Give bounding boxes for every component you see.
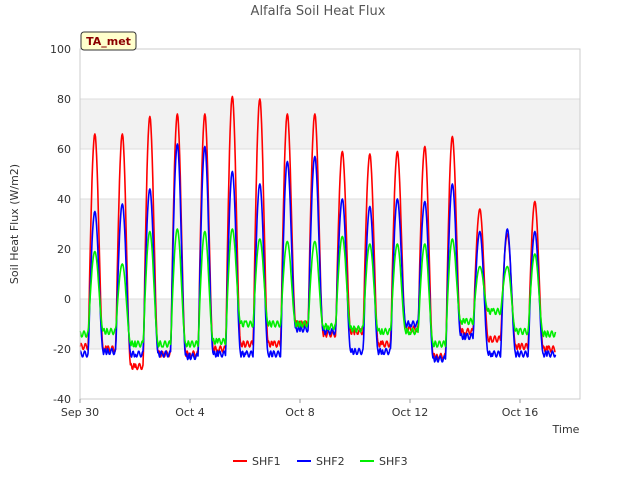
legend-label-shf1: SHF1: [252, 455, 281, 468]
soil-heat-flux-chart: Alfalfa Soil Heat Flux -40 -20 0 20 40 60 80 10…: [8, 4, 581, 468]
y-tick-label: 20: [57, 243, 71, 256]
grid-band: [80, 99, 580, 149]
x-axis-label: Time: [552, 423, 580, 436]
y-tick-label: 0: [64, 293, 71, 306]
badge-label: TA_met: [86, 35, 131, 48]
y-tick-label: 80: [57, 93, 71, 106]
x-tick-label: Sep 30: [61, 406, 99, 419]
ta-met-badge: TA_met: [80, 31, 137, 51]
plot-background: [80, 49, 580, 399]
y-tick-label: 60: [57, 143, 71, 156]
grid-band: [80, 149, 580, 199]
legend: SHF1 SHF2 SHF3: [233, 455, 408, 468]
x-tick-label: Oct 12: [392, 406, 429, 419]
x-tick-label: Oct 4: [175, 406, 205, 419]
legend-label-shf2: SHF2: [316, 455, 345, 468]
x-tick-labels: Sep 30 Oct 4 Oct 8 Oct 12 Oct 16: [61, 399, 538, 419]
legend-label-shf3: SHF3: [379, 455, 408, 468]
grid-band: [80, 349, 580, 399]
chart-title: Alfalfa Soil Heat Flux: [251, 4, 386, 19]
y-axis-label: Soil Heat Flux (W/m2): [8, 164, 21, 284]
x-tick-label: Oct 16: [502, 406, 539, 419]
y-tick-label: 40: [57, 193, 71, 206]
x-tick-label: Oct 8: [285, 406, 315, 419]
y-tick-label: 100: [50, 43, 71, 56]
y-tick-labels: -40 -20 0 20 40 60 80 100: [50, 43, 71, 406]
y-tick-label: -20: [53, 343, 71, 356]
grid-band: [80, 49, 580, 99]
y-tick-label: -40: [53, 393, 71, 406]
